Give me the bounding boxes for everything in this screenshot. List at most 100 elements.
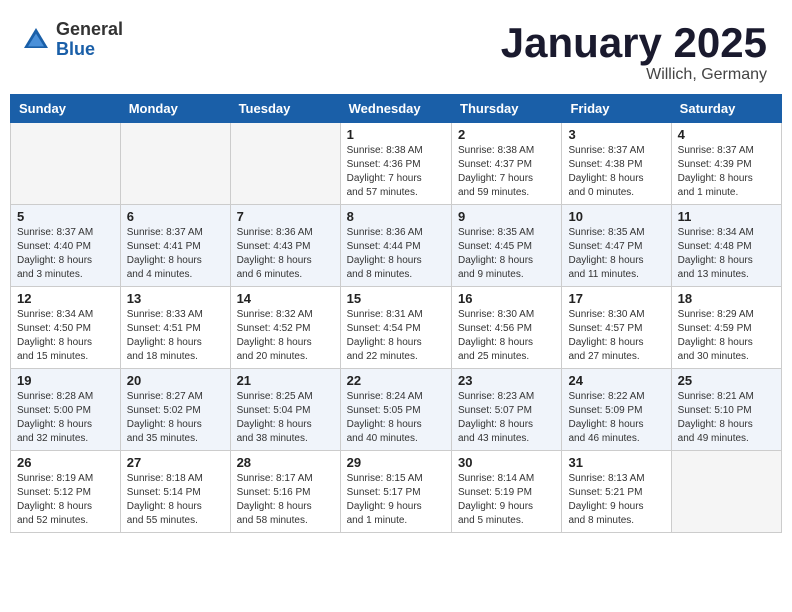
day-info: Sunrise: 8:24 AMSunset: 5:05 PMDaylight:… bbox=[347, 390, 445, 446]
day-info: Sunrise: 8:30 AMSunset: 4:57 PMDaylight:… bbox=[568, 308, 664, 364]
day-info: Sunrise: 8:14 AMSunset: 5:19 PMDaylight:… bbox=[458, 472, 555, 528]
title-block: January 2025 Willich, Germany bbox=[501, 20, 767, 84]
calendar-cell: 25Sunrise: 8:21 AMSunset: 5:10 PMDayligh… bbox=[671, 369, 781, 451]
day-number: 27 bbox=[127, 455, 224, 470]
day-info: Sunrise: 8:23 AMSunset: 5:07 PMDaylight:… bbox=[458, 390, 555, 446]
calendar-cell: 8 Sunrise: 8:36 AMSunset: 4:44 PMDaylight… bbox=[340, 205, 451, 287]
day-info: Sunrise: 8:34 AMSunset: 4:48 PMDaylight:… bbox=[678, 226, 775, 282]
calendar-week-row-4: 19 Sunrise: 8:28 AMSunset: 5:00 PMDayligh… bbox=[11, 369, 782, 451]
calendar-cell: 18Sunrise: 8:29 AMSunset: 4:59 PMDayligh… bbox=[671, 287, 781, 369]
calendar-cell: 5 Sunrise: 8:37 AMSunset: 4:40 PMDaylight… bbox=[11, 205, 121, 287]
day-info: Sunrise: 8:37 AMSunset: 4:38 PMDaylight:… bbox=[568, 144, 664, 200]
calendar-cell: 31 Sunrise: 8:13 AMSunset: 5:21 PMDayligh… bbox=[562, 451, 671, 533]
day-info: Sunrise: 8:19 AMSunset: 5:12 PMDaylight:… bbox=[17, 472, 114, 528]
weekday-header-wednesday: Wednesday bbox=[340, 95, 451, 123]
calendar-cell: 7 Sunrise: 8:36 AMSunset: 4:43 PMDaylight… bbox=[230, 205, 340, 287]
calendar-cell: 3 Sunrise: 8:37 AMSunset: 4:38 PMDaylight… bbox=[562, 123, 671, 205]
day-number: 21 bbox=[237, 373, 334, 388]
day-number: 10 bbox=[568, 209, 664, 224]
logo-blue-label: Blue bbox=[56, 40, 123, 60]
day-number: 26 bbox=[17, 455, 114, 470]
day-number: 29 bbox=[347, 455, 445, 470]
day-number: 11 bbox=[678, 209, 775, 224]
day-number: 28 bbox=[237, 455, 334, 470]
weekday-header-saturday: Saturday bbox=[671, 95, 781, 123]
weekday-header-thursday: Thursday bbox=[452, 95, 562, 123]
day-info: Sunrise: 8:29 AMSunset: 4:59 PMDaylight:… bbox=[678, 308, 775, 364]
calendar-cell: 16 Sunrise: 8:30 AMSunset: 4:56 PMDayligh… bbox=[452, 287, 562, 369]
day-number: 8 bbox=[347, 209, 445, 224]
day-info: Sunrise: 8:35 AMSunset: 4:45 PMDaylight:… bbox=[458, 226, 555, 282]
day-number: 2 bbox=[458, 127, 555, 142]
day-info: Sunrise: 8:36 AMSunset: 4:43 PMDaylight:… bbox=[237, 226, 334, 282]
day-number: 7 bbox=[237, 209, 334, 224]
day-number: 14 bbox=[237, 291, 334, 306]
day-info: Sunrise: 8:36 AMSunset: 4:44 PMDaylight:… bbox=[347, 226, 445, 282]
day-info: Sunrise: 8:34 AMSunset: 4:50 PMDaylight:… bbox=[17, 308, 114, 364]
day-info: Sunrise: 8:37 AMSunset: 4:41 PMDaylight:… bbox=[127, 226, 224, 282]
calendar-cell: 30Sunrise: 8:14 AMSunset: 5:19 PMDayligh… bbox=[452, 451, 562, 533]
day-info: Sunrise: 8:37 AMSunset: 4:39 PMDaylight:… bbox=[678, 144, 775, 200]
calendar-cell: 24 Sunrise: 8:22 AMSunset: 5:09 PMDayligh… bbox=[562, 369, 671, 451]
day-info: Sunrise: 8:25 AMSunset: 5:04 PMDaylight:… bbox=[237, 390, 334, 446]
weekday-header-tuesday: Tuesday bbox=[230, 95, 340, 123]
day-number: 3 bbox=[568, 127, 664, 142]
day-number: 20 bbox=[127, 373, 224, 388]
day-info: Sunrise: 8:28 AMSunset: 5:00 PMDaylight:… bbox=[17, 390, 114, 446]
day-number: 19 bbox=[17, 373, 114, 388]
day-number: 16 bbox=[458, 291, 555, 306]
calendar-cell: 2 Sunrise: 8:38 AMSunset: 4:37 PMDaylight… bbox=[452, 123, 562, 205]
calendar-cell: 27 Sunrise: 8:18 AMSunset: 5:14 PMDayligh… bbox=[120, 451, 230, 533]
day-info: Sunrise: 8:22 AMSunset: 5:09 PMDaylight:… bbox=[568, 390, 664, 446]
day-number: 23 bbox=[458, 373, 555, 388]
calendar-subtitle: Willich, Germany bbox=[501, 66, 767, 84]
calendar-week-row-2: 5 Sunrise: 8:37 AMSunset: 4:40 PMDaylight… bbox=[11, 205, 782, 287]
day-number: 4 bbox=[678, 127, 775, 142]
page-header: General Blue January 2025 Willich, Germa… bbox=[10, 10, 782, 94]
day-info: Sunrise: 8:37 AMSunset: 4:40 PMDaylight:… bbox=[17, 226, 114, 282]
logo-text: General Blue bbox=[56, 20, 123, 60]
day-info: Sunrise: 8:32 AMSunset: 4:52 PMDaylight:… bbox=[237, 308, 334, 364]
calendar-cell: 6 Sunrise: 8:37 AMSunset: 4:41 PMDaylight… bbox=[120, 205, 230, 287]
day-info: Sunrise: 8:33 AMSunset: 4:51 PMDaylight:… bbox=[127, 308, 224, 364]
calendar-cell: 10Sunrise: 8:35 AMSunset: 4:47 PMDayligh… bbox=[562, 205, 671, 287]
day-number: 24 bbox=[568, 373, 664, 388]
calendar-week-row-3: 12 Sunrise: 8:34 AMSunset: 4:50 PMDayligh… bbox=[11, 287, 782, 369]
calendar-title: January 2025 bbox=[501, 20, 767, 66]
day-number: 1 bbox=[347, 127, 445, 142]
calendar-cell bbox=[230, 123, 340, 205]
day-info: Sunrise: 8:38 AMSunset: 4:37 PMDaylight:… bbox=[458, 144, 555, 200]
day-info: Sunrise: 8:38 AMSunset: 4:36 PMDaylight:… bbox=[347, 144, 445, 200]
day-number: 6 bbox=[127, 209, 224, 224]
day-number: 31 bbox=[568, 455, 664, 470]
day-number: 5 bbox=[17, 209, 114, 224]
day-info: Sunrise: 8:13 AMSunset: 5:21 PMDaylight:… bbox=[568, 472, 664, 528]
calendar-week-row-1: 1 Sunrise: 8:38 AMSunset: 4:36 PMDaylight… bbox=[11, 123, 782, 205]
calendar-cell: 14 Sunrise: 8:32 AMSunset: 4:52 PMDayligh… bbox=[230, 287, 340, 369]
calendar-table: SundayMondayTuesdayWednesdayThursdayFrid… bbox=[10, 94, 782, 533]
day-number: 25 bbox=[678, 373, 775, 388]
calendar-cell: 29 Sunrise: 8:15 AMSunset: 5:17 PMDayligh… bbox=[340, 451, 451, 533]
calendar-cell: 20Sunrise: 8:27 AMSunset: 5:02 PMDayligh… bbox=[120, 369, 230, 451]
day-number: 22 bbox=[347, 373, 445, 388]
calendar-cell: 17 Sunrise: 8:30 AMSunset: 4:57 PMDayligh… bbox=[562, 287, 671, 369]
calendar-cell: 21 Sunrise: 8:25 AMSunset: 5:04 PMDayligh… bbox=[230, 369, 340, 451]
weekday-header-row: SundayMondayTuesdayWednesdayThursdayFrid… bbox=[11, 95, 782, 123]
weekday-header-sunday: Sunday bbox=[11, 95, 121, 123]
day-info: Sunrise: 8:15 AMSunset: 5:17 PMDaylight:… bbox=[347, 472, 445, 528]
day-number: 12 bbox=[17, 291, 114, 306]
calendar-cell: 26 Sunrise: 8:19 AMSunset: 5:12 PMDayligh… bbox=[11, 451, 121, 533]
calendar-cell bbox=[11, 123, 121, 205]
calendar-cell: 28Sunrise: 8:17 AMSunset: 5:16 PMDayligh… bbox=[230, 451, 340, 533]
day-info: Sunrise: 8:30 AMSunset: 4:56 PMDaylight:… bbox=[458, 308, 555, 364]
logo-icon bbox=[20, 24, 52, 56]
day-info: Sunrise: 8:18 AMSunset: 5:14 PMDaylight:… bbox=[127, 472, 224, 528]
logo-general-label: General bbox=[56, 20, 123, 40]
day-number: 15 bbox=[347, 291, 445, 306]
calendar-cell: 9 Sunrise: 8:35 AMSunset: 4:45 PMDaylight… bbox=[452, 205, 562, 287]
calendar-cell bbox=[671, 451, 781, 533]
logo: General Blue bbox=[20, 20, 123, 60]
weekday-header-friday: Friday bbox=[562, 95, 671, 123]
day-number: 9 bbox=[458, 209, 555, 224]
day-number: 17 bbox=[568, 291, 664, 306]
